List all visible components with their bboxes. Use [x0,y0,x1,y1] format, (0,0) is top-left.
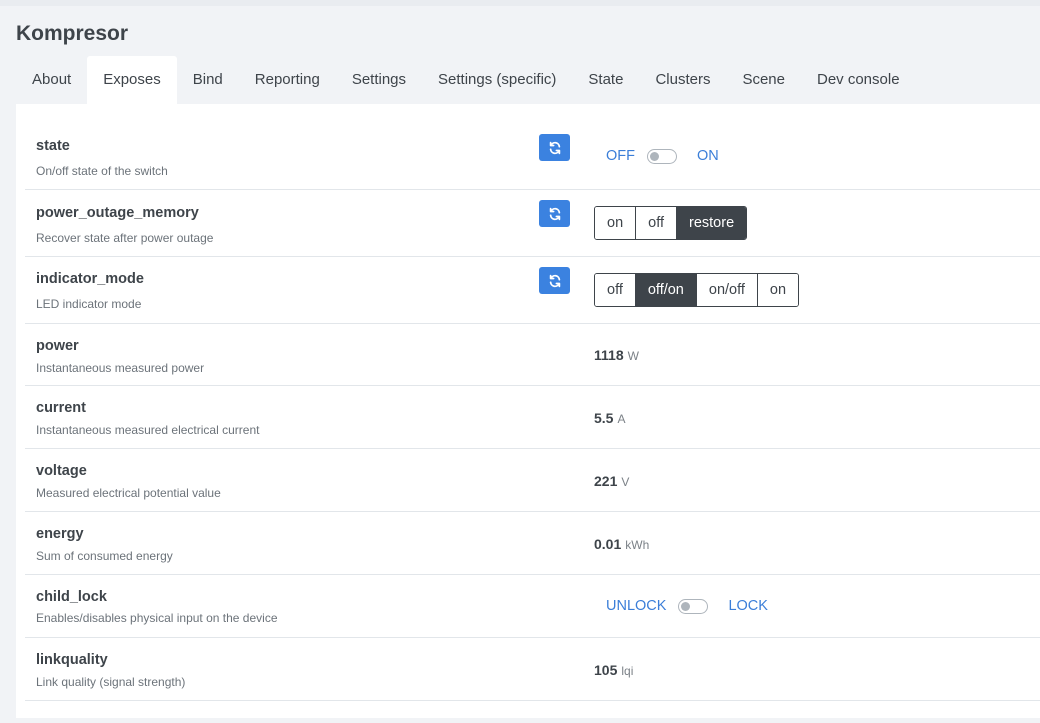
tab-scene[interactable]: Scene [726,56,801,104]
tab-about[interactable]: About [16,56,87,104]
option-on[interactable]: on [595,207,636,239]
reading-unit: lqi [621,664,634,678]
reading-unit: V [621,475,630,489]
energy-value: 0.01 kWh [594,536,649,552]
refresh-icon [549,274,560,287]
refresh-button[interactable] [539,200,570,227]
voltage-value: 221 V [594,473,629,489]
reading-value: 5.5 [594,410,614,426]
expose-name: state [36,138,70,154]
expose-name: indicator_mode [36,271,144,287]
power-outage-memory-options: on off restore [594,206,748,240]
tab-settings[interactable]: Settings [336,56,422,104]
refresh-button[interactable] [539,134,570,161]
expose-description: Link quality (signal strength) [36,675,186,689]
expose-description: On/off state of the switch [36,164,168,178]
reading-value: 0.01 [594,536,622,552]
tab-reporting[interactable]: Reporting [239,56,336,104]
expose-row-power: power Instantaneous measured power 1118 W [25,324,1040,386]
current-value: 5.5 A [594,410,625,426]
expose-name: linkquality [36,652,108,668]
reading-unit: W [627,349,639,363]
expose-row-power-outage-memory: power_outage_memory Recover state after … [25,190,1040,257]
tab-exposes[interactable]: Exposes [87,56,177,104]
expose-description: Instantaneous measured power [36,361,205,375]
refresh-icon [549,141,560,154]
linkquality-value: 105 lqi [594,662,633,678]
tab-clusters[interactable]: Clusters [639,56,726,104]
option-off[interactable]: off [595,274,635,306]
expose-row-linkquality: linkquality Link quality (signal strengt… [25,638,1040,701]
expose-name: energy [36,526,84,542]
power-value: 1118 W [594,347,639,363]
option-on[interactable]: on [756,274,799,306]
tab-dev-console[interactable]: Dev console [801,56,916,104]
expose-row-current: current Instantaneous measured electrica… [25,386,1040,449]
child-lock-toggle: UNLOCK LOCK [606,598,768,614]
expose-description: Recover state after power outage [36,231,214,245]
child-lock-unlock-label[interactable]: UNLOCK [606,598,666,614]
tab-bind[interactable]: Bind [177,56,239,104]
tab-bar: About Exposes Bind Reporting Settings Se… [16,56,916,104]
indicator-mode-options: off off/on on/off on [594,273,800,307]
expose-row-indicator-mode: indicator_mode LED indicator mode off of… [25,257,1040,324]
expose-description: Enables/disables physical input on the d… [36,611,278,625]
child-lock-switch[interactable] [678,598,709,614]
expose-name: child_lock [36,589,107,605]
top-strip [0,0,1040,6]
expose-description: Sum of consumed energy [36,549,173,563]
expose-name: current [36,400,86,416]
reading-value: 105 [594,662,618,678]
page-title: Kompresor [16,22,129,45]
state-toggle: OFF ON [606,148,719,164]
expose-row-child-lock: child_lock Enables/disables physical inp… [25,575,1040,638]
option-off[interactable]: off [635,207,676,239]
option-restore[interactable]: restore [676,207,747,239]
reading-value: 221 [594,473,618,489]
reading-unit: A [617,412,626,426]
expose-description: Measured electrical potential value [36,486,221,500]
expose-description: LED indicator mode [36,297,142,311]
state-off-label[interactable]: OFF [606,148,635,164]
exposes-card: state On/off state of the switch OFF ON … [16,104,1040,718]
expose-row-voltage: voltage Measured electrical potential va… [25,449,1040,512]
child-lock-lock-label[interactable]: LOCK [728,598,768,614]
reading-value: 1118 [594,347,624,363]
expose-row-state: state On/off state of the switch OFF ON [25,123,1040,190]
expose-description: Instantaneous measured electrical curren… [36,423,260,437]
refresh-icon [549,207,560,220]
expose-name: voltage [36,463,87,479]
refresh-button[interactable] [539,267,570,294]
state-on-label[interactable]: ON [697,148,719,164]
option-on-off[interactable]: on/off [695,274,757,306]
switch-knob [650,151,659,161]
switch-knob [681,601,691,611]
reading-unit: kWh [625,538,650,552]
state-switch[interactable] [647,148,677,164]
tab-state[interactable]: State [572,56,639,104]
tab-settings-specific[interactable]: Settings (specific) [422,56,572,104]
option-off-on[interactable]: off/on [634,274,696,306]
expose-name: power_outage_memory [36,205,199,221]
expose-name: power [36,338,79,354]
expose-row-energy: energy Sum of consumed energy 0.01 kWh [25,512,1040,575]
